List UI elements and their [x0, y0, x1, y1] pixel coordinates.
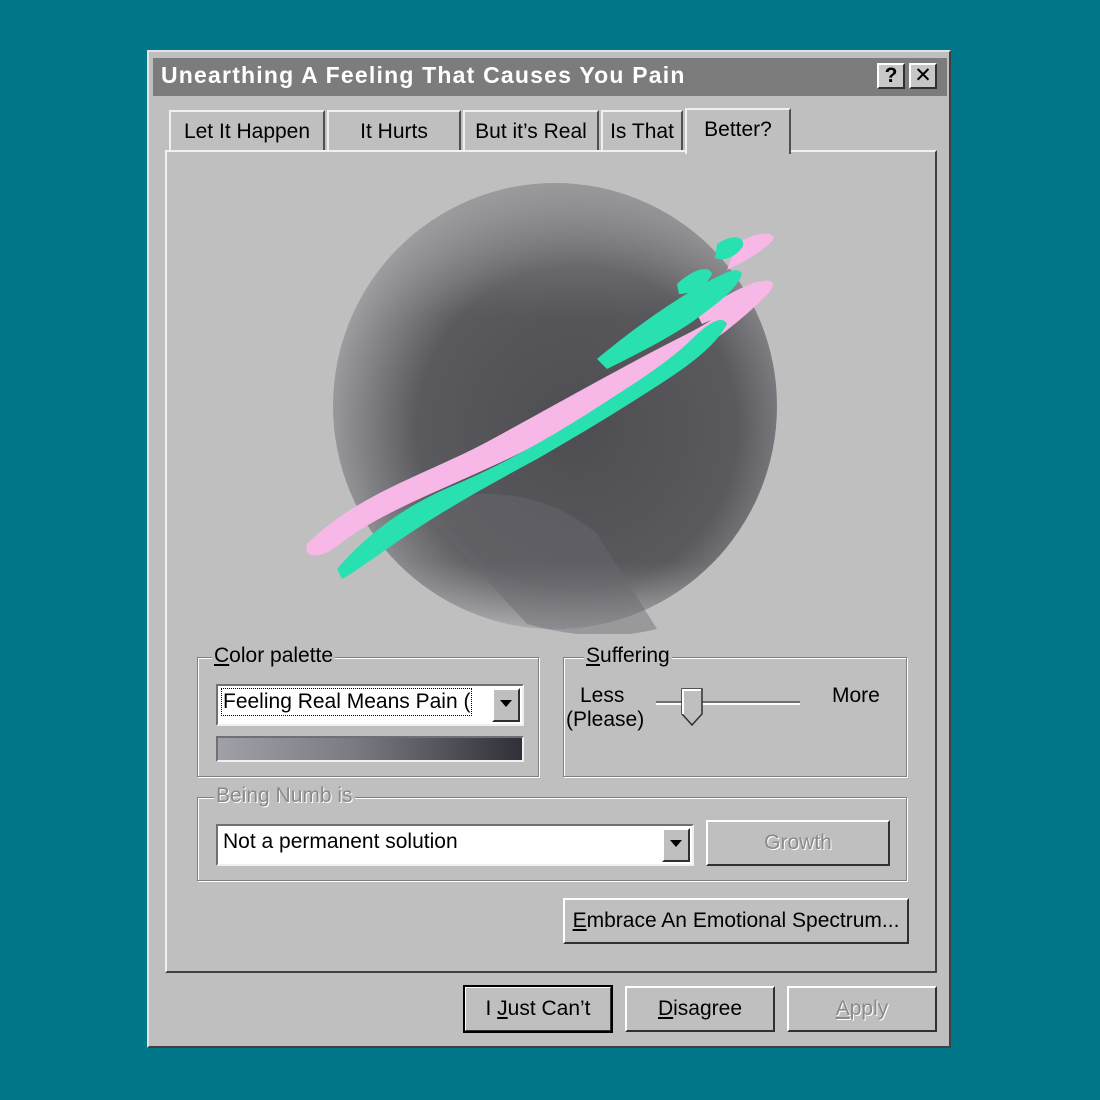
apply-button[interactable]: Apply — [787, 986, 937, 1032]
preview-image — [306, 183, 777, 634]
embrace-spectrum-button[interactable]: Embrace An Emotional Spectrum... — [563, 898, 909, 944]
suffering-less-sublabel: (Please) — [566, 708, 645, 731]
being-numb-legend: Being Numb is — [214, 784, 355, 808]
tab-is-that[interactable]: Is That — [601, 110, 683, 152]
being-numb-group: Being Numb is Not a permanent solution G… — [197, 784, 907, 881]
tab-better[interactable]: Better? — [685, 108, 791, 154]
chevron-down-icon[interactable] — [662, 828, 690, 862]
help-button[interactable]: ? — [877, 63, 905, 89]
being-numb-select[interactable]: Not a permanent solution — [216, 824, 694, 866]
window-title: Unearthing A Feeling That Causes You Pai… — [161, 62, 686, 88]
suffering-less-label: Less — [580, 684, 625, 707]
disagree-button[interactable]: Disagree — [625, 986, 775, 1032]
suffering-slider-thumb[interactable] — [681, 688, 703, 726]
palette-swatch — [216, 736, 524, 762]
color-palette-group: Color palette Feeling Real Means Pain ( — [197, 644, 539, 777]
suffering-slider-track[interactable] — [656, 701, 800, 705]
tab-but-its-real[interactable]: But it’s Real — [463, 110, 599, 152]
being-numb-value: Not a permanent solution — [223, 830, 458, 853]
color-palette-legend: Color palette — [212, 644, 336, 668]
tab-panel: Color palette Feeling Real Means Pain ( … — [165, 150, 937, 973]
tab-let-it-happen[interactable]: Let It Happen — [169, 110, 325, 152]
tab-it-hurts[interactable]: It Hurts — [327, 110, 461, 152]
suffering-legend: Suffering — [584, 644, 672, 668]
i-just-cant-button[interactable]: I Just Can’t — [463, 985, 613, 1033]
close-button[interactable]: ✕ — [909, 63, 937, 89]
color-palette-value: Feeling Real Means Pain ( — [220, 688, 473, 716]
chevron-down-icon[interactable] — [492, 688, 520, 722]
color-palette-select[interactable]: Feeling Real Means Pain ( — [216, 684, 524, 726]
dialog-window: Unearthing A Feeling That Causes You Pai… — [147, 50, 951, 1048]
suffering-group: Suffering Less (Please) More — [563, 644, 907, 777]
suffering-more-label: More — [832, 684, 880, 707]
growth-button[interactable]: Growth — [706, 820, 890, 866]
title-bar[interactable]: Unearthing A Feeling That Causes You Pai… — [153, 58, 947, 96]
